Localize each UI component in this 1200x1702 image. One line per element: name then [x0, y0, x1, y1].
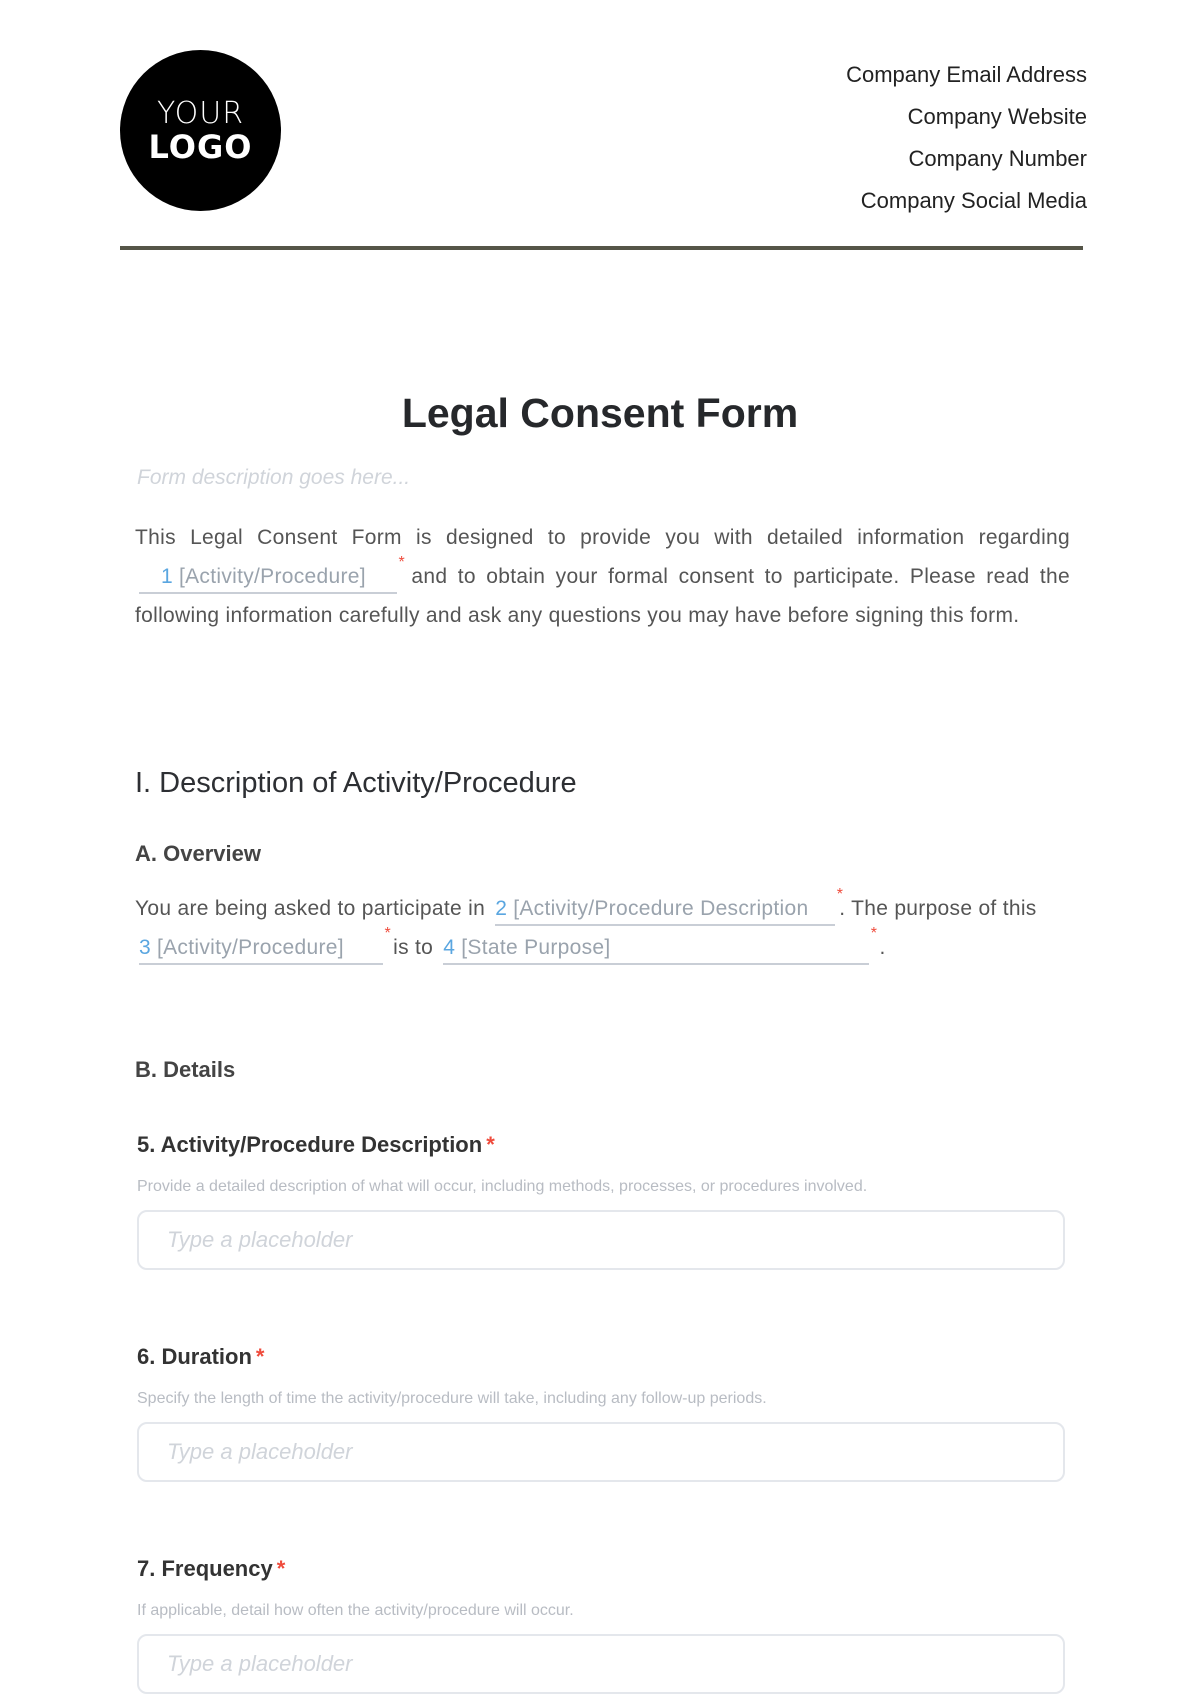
section-title: I. Description of Activity/Procedure — [135, 767, 577, 799]
logo-line-2: LOGO — [148, 127, 253, 166]
question-label: 6. Duration * — [137, 1344, 1065, 1370]
question-help-text: If applicable, detail how often the acti… — [137, 1602, 574, 1619]
required-marker: * — [398, 554, 405, 571]
question-activity-procedure-description: 5. Activity/Procedure Description * Provi… — [137, 1132, 1065, 1270]
field-label: [Activity/Procedure] — [178, 565, 366, 588]
subsection-details-title: B. Details — [135, 1057, 236, 1082]
company-social-media: Company Social Media — [860, 188, 1087, 213]
activity-description-input[interactable]: Type a placeholder — [137, 1210, 1065, 1270]
intro-text-before: This Legal Consent Form is designed to p… — [135, 526, 1070, 549]
overview-text-1: You are being asked to participate in — [135, 897, 486, 920]
duration-input[interactable]: Type a placeholder — [137, 1422, 1065, 1482]
required-marker: * — [276, 1556, 286, 1581]
question-duration: 6. Duration * Specify the length of time … — [137, 1344, 1065, 1482]
overview-paragraph: You are being asked to participate in 2[… — [135, 886, 1070, 967]
overview-text-3: is to — [393, 936, 434, 959]
overview-text-4: . — [879, 936, 886, 959]
question-label-text: 6. Duration — [137, 1344, 252, 1369]
field-number: 2 — [495, 897, 508, 920]
field-number: 1 — [161, 565, 173, 588]
required-marker: * — [486, 1132, 495, 1157]
question-label-text: 7. Frequency — [137, 1556, 273, 1581]
frequency-input[interactable]: Type a placeholder — [137, 1634, 1065, 1694]
form-title: Legal Consent Form — [401, 390, 799, 436]
field-state-purpose[interactable]: 4 [State Purpose] * — [443, 925, 877, 965]
question-label: 5. Activity/Procedure Description * — [137, 1132, 1065, 1158]
intro-paragraph: This Legal Consent Form is designed to p… — [135, 518, 1070, 635]
question-frequency: 7. Frequency * If applicable, detail how … — [137, 1556, 1065, 1694]
field-number: 3 — [139, 936, 151, 959]
company-email: Company Email Address — [846, 62, 1087, 87]
field-label: [State Purpose] — [461, 936, 611, 959]
required-marker: * — [836, 886, 844, 903]
company-logo: YOUR LOGO — [120, 50, 281, 211]
required-marker: * — [870, 925, 878, 942]
field-number: 4 — [443, 936, 456, 959]
field-activity-procedure-1[interactable]: 1 [Activity/Procedure] * — [139, 554, 405, 594]
field-label: [Activity/Procedure Description — [513, 897, 809, 920]
logo-line-1: YOUR — [156, 95, 245, 131]
company-number: Company Number — [908, 146, 1087, 171]
field-label: [Activity/Procedure] — [156, 936, 344, 959]
form-description[interactable]: Form description goes here... — [137, 466, 410, 490]
question-label-text: 5. Activity/Procedure Description — [137, 1132, 483, 1157]
company-website: Company Website — [907, 104, 1087, 129]
question-label: 7. Frequency * — [137, 1556, 1065, 1582]
question-help-text: Provide a detailed description of what w… — [137, 1178, 868, 1195]
header-divider — [120, 246, 1083, 250]
question-help-text: Specify the length of time the activity/… — [137, 1390, 767, 1407]
company-info: Company Email Address Company Website Co… — [846, 54, 1087, 222]
required-marker: * — [384, 925, 391, 942]
field-activity-procedure-3[interactable]: 3 [Activity/Procedure] * — [139, 925, 391, 965]
required-marker: * — [255, 1344, 265, 1369]
overview-text-2: . The purpose of this — [839, 897, 1037, 920]
subsection-overview-title: A. Overview — [135, 841, 261, 866]
field-activity-procedure-description[interactable]: 2 [Activity/Procedure Description * — [495, 886, 843, 926]
